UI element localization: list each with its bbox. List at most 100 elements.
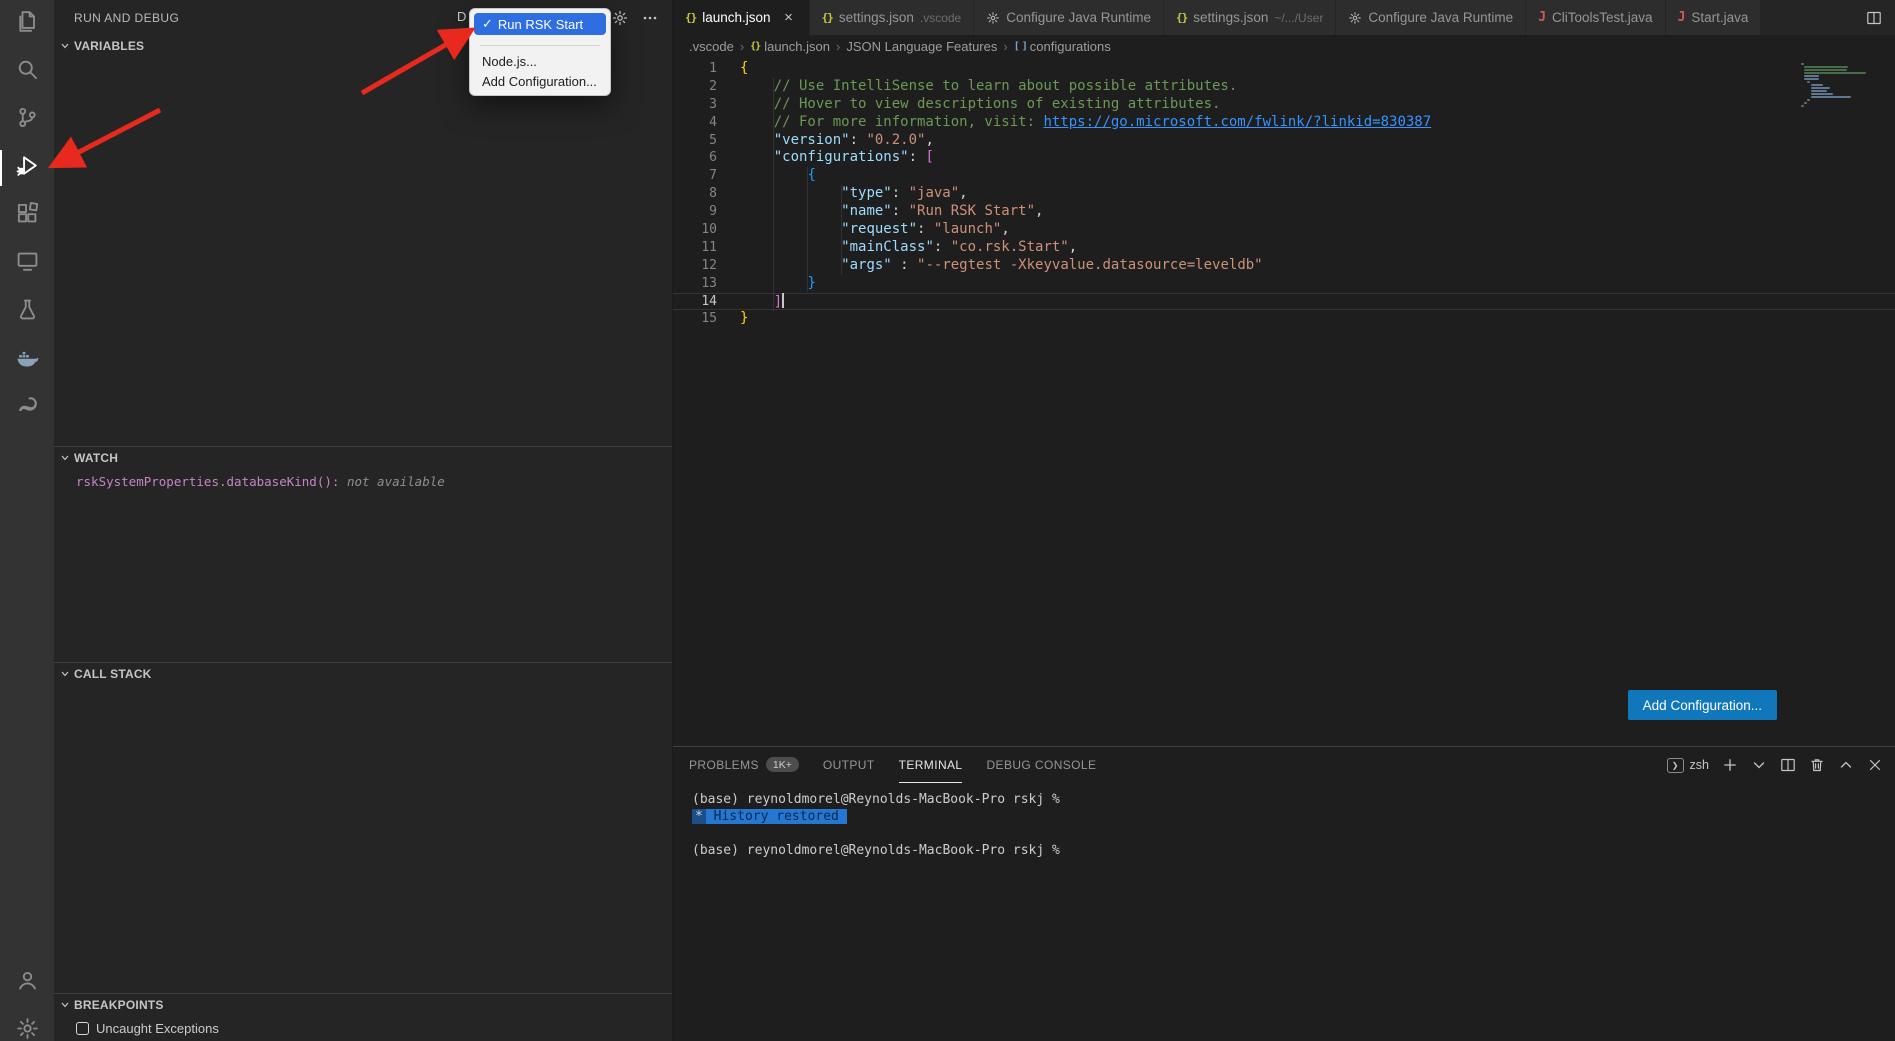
breakpoint-uncaught-exceptions[interactable]: Uncaught Exceptions <box>54 1016 672 1040</box>
activity-item-search[interactable] <box>0 48 54 96</box>
indent-guide <box>773 78 774 311</box>
menu-item-node-js[interactable]: Node.js... <box>474 51 606 71</box>
launch-profile-chevron-down-icon[interactable] <box>1751 757 1767 773</box>
debug-config-select-fragment[interactable]: D <box>457 9 466 24</box>
tab-start-java[interactable]: JStart.java <box>1666 0 1762 35</box>
activity-item-remote-explorer[interactable] <box>0 240 54 288</box>
tab-label: CliToolsTest.java <box>1552 10 1653 25</box>
panel-tab-terminal[interactable]: TERMINAL <box>899 747 963 783</box>
code-line-7[interactable]: 7 { <box>673 167 1895 185</box>
tab-launch-json[interactable]: {}launch.json× <box>673 0 810 35</box>
activity-item-gradle[interactable] <box>0 384 54 432</box>
variables-section: VARIABLES <box>54 35 672 446</box>
breadcrumb-separator-icon: › <box>1003 39 1007 54</box>
java-file-icon: J <box>1678 10 1686 25</box>
code-line-9[interactable]: 9 "name": "Run RSK Start", <box>673 203 1895 221</box>
tab-clitoolstest-java[interactable]: JCliToolsTest.java <box>1526 0 1665 35</box>
code-line-6[interactable]: 6 "configurations": [ <box>673 149 1895 167</box>
activity-item-extensions[interactable] <box>0 192 54 240</box>
minimap-line <box>1804 102 1807 104</box>
chevron-down-icon <box>60 41 70 51</box>
maximize-panel-chevron-up-icon[interactable] <box>1838 757 1854 773</box>
code-line-text: "request": "launch", <box>740 221 1010 239</box>
vscode-window: RUN AND DEBUG D VARIABLES WATCH <box>0 0 1895 1041</box>
line-number: 13 <box>673 275 717 293</box>
code-line-13[interactable]: 13 } <box>673 275 1895 293</box>
panel-tab-problems[interactable]: PROBLEMS1K+ <box>689 747 799 783</box>
close-tab-icon[interactable]: × <box>781 9 797 26</box>
code-line-3[interactable]: 3 // Hover to view descriptions of exist… <box>673 96 1895 114</box>
tab-configure-java-runtime[interactable]: Configure Java Runtime <box>1336 0 1526 35</box>
code-line-12[interactable]: 12 "args" : "--regtest -Xkeyvalue.dataso… <box>673 257 1895 275</box>
breadcrumb-label: .vscode <box>689 39 734 54</box>
code-line-text: "mainClass": "co.rsk.Start", <box>740 239 1077 257</box>
new-terminal-plus-icon[interactable] <box>1722 757 1738 773</box>
menu-gap <box>474 35 606 45</box>
terminal-output[interactable]: (base) reynoldmorel@Reynolds-MacBook-Pro… <box>673 783 1895 1041</box>
menu-item-add-configuration[interactable]: Add Configuration... <box>474 71 606 91</box>
code-line-2[interactable]: 2 // Use IntelliSense to learn about pos… <box>673 78 1895 96</box>
activity-item-source-control[interactable] <box>0 96 54 144</box>
activity-item-explorer[interactable] <box>0 0 54 48</box>
split-editor-icon[interactable] <box>1866 10 1882 26</box>
code-line-15[interactable]: 15} <box>673 310 1895 328</box>
activity-item-manage[interactable] <box>0 1007 54 1041</box>
tab-configure-java-runtime[interactable]: Configure Java Runtime <box>974 0 1164 35</box>
watch-expression-row[interactable]: rskSystemProperties.databaseKind(): not … <box>54 469 672 489</box>
activity-item-docker[interactable] <box>0 336 54 384</box>
panel-tab-label: PROBLEMS <box>689 758 759 772</box>
tab-settings-json[interactable]: {}settings.json.vscode <box>810 0 975 35</box>
tab-settings-json[interactable]: {}settings.json~/.../User <box>1164 0 1336 35</box>
code-line-text: // Hover to view descriptions of existin… <box>740 96 1220 114</box>
code-editor[interactable]: 1{2 // Use IntelliSense to learn about p… <box>673 58 1895 746</box>
call-stack-section-label: CALL STACK <box>74 667 152 681</box>
breadcrumb-configurations[interactable]: [ ]configurations <box>1014 39 1111 54</box>
views-more-actions-icon[interactable] <box>642 10 658 26</box>
checkbox-icon[interactable] <box>76 1022 89 1035</box>
minimap-line <box>1811 87 1830 89</box>
code-line-8[interactable]: 8 "type": "java", <box>673 185 1895 203</box>
menu-item-label: Run RSK Start <box>498 17 583 32</box>
code-line-10[interactable]: 10 "request": "launch", <box>673 221 1895 239</box>
source-control-icon <box>16 106 39 134</box>
shell-label: zsh <box>1690 758 1709 772</box>
tab-label: settings.json <box>1193 10 1268 25</box>
code-line-5[interactable]: 5 "version": "0.2.0", <box>673 132 1895 150</box>
text-cursor <box>782 293 784 308</box>
breakpoints-section-header[interactable]: BREAKPOINTS <box>54 994 672 1016</box>
code-line-1[interactable]: 1{ <box>673 60 1895 78</box>
kill-terminal-trash-icon[interactable] <box>1809 757 1825 773</box>
add-configuration-button[interactable]: Add Configuration... <box>1628 690 1777 720</box>
breadcrumb-json-language-features[interactable]: JSON Language Features <box>846 39 997 54</box>
panel-tab-debug-console[interactable]: DEBUG CONSOLE <box>986 747 1096 783</box>
panel-tab-output[interactable]: OUTPUT <box>823 747 875 783</box>
line-number: 6 <box>673 149 717 167</box>
call-stack-section-header[interactable]: CALL STACK <box>54 663 672 685</box>
menu-separator <box>480 45 600 46</box>
minimap[interactable] <box>1801 63 1865 107</box>
split-terminal-icon[interactable] <box>1780 757 1796 773</box>
breadcrumb-vscode[interactable]: .vscode <box>689 39 734 54</box>
terminal-shell-chip[interactable]: ❯ zsh <box>1667 758 1709 773</box>
close-panel-icon[interactable] <box>1867 757 1883 773</box>
code-content: 1{2 // Use IntelliSense to learn about p… <box>673 58 1895 328</box>
manage-icon <box>16 1017 39 1041</box>
activity-item-accounts[interactable] <box>0 959 54 1007</box>
watch-section: WATCH rskSystemProperties.databaseKind()… <box>54 446 672 662</box>
code-line-11[interactable]: 11 "mainClass": "co.rsk.Start", <box>673 239 1895 257</box>
json-file-icon: {} <box>685 11 696 24</box>
panel-header: PROBLEMS1K+ OUTPUT TERMINAL DEBUG CONSOLE ❯… <box>673 747 1895 783</box>
line-number: 2 <box>673 78 717 96</box>
line-number: 12 <box>673 257 717 275</box>
terminal-line: * History restored <box>692 808 1895 825</box>
gear-file-icon <box>986 11 1000 25</box>
code-line-14[interactable]: 14 ] <box>673 293 1895 311</box>
breadcrumb-launch-json[interactable]: {}launch.json <box>750 39 830 54</box>
activity-item-run-and-debug[interactable] <box>0 144 54 192</box>
launch-settings-gear-icon[interactable] <box>612 10 628 26</box>
code-line-4[interactable]: 4 // For more information, visit: https:… <box>673 114 1895 132</box>
activity-item-testing[interactable] <box>0 288 54 336</box>
testing-icon <box>16 298 39 326</box>
watch-section-header[interactable]: WATCH <box>54 447 672 469</box>
menu-item-run-rsk-start[interactable]: ✓ Run RSK Start <box>474 13 606 35</box>
